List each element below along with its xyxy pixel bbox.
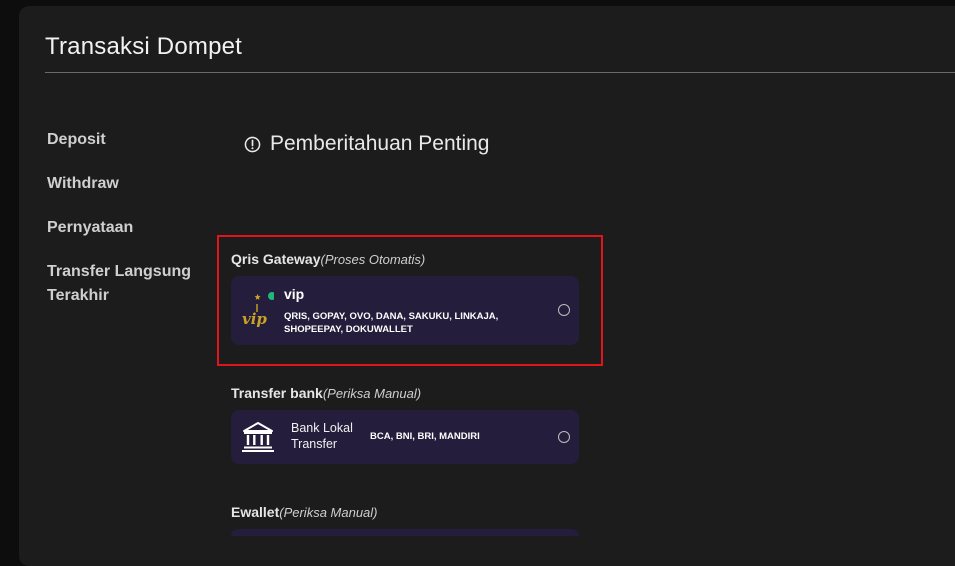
- sidebar-item-withdraw[interactable]: Withdraw: [47, 172, 217, 196]
- section-label-bank: Transfer bank(Periksa Manual): [231, 385, 421, 401]
- payment-option-ewallet[interactable]: [231, 529, 579, 536]
- sidebar-item-last-direct-transfer[interactable]: Transfer Langsung Terakhir: [47, 260, 217, 308]
- payment-option-bank-transfer[interactable]: Bank Lokal Transfer BCA, BNI, BRI, MANDI…: [231, 410, 579, 464]
- option-banks: BCA, BNI, BRI, MANDIRI: [370, 431, 480, 442]
- section-label-ewallet: Ewallet(Periksa Manual): [231, 504, 378, 520]
- section-subtitle: (Periksa Manual): [279, 505, 378, 520]
- option-name: Bank Lokal Transfer: [291, 421, 353, 451]
- page-title: Transaksi Dompet: [45, 33, 243, 60]
- section-title: Transfer bank: [231, 385, 323, 401]
- important-notice[interactable]: Pemberitahuan Penting: [244, 132, 490, 156]
- notice-title: Pemberitahuan Penting: [270, 132, 490, 155]
- selection-highlight: [217, 235, 603, 366]
- sidebar-item-deposit[interactable]: Deposit: [47, 128, 217, 152]
- bank-icon: [242, 422, 274, 452]
- sidebar-nav: Deposit Withdraw Pernyataan Transfer Lan…: [47, 128, 217, 328]
- section-subtitle: (Periksa Manual): [322, 386, 422, 401]
- title-divider: [45, 72, 955, 73]
- sidebar-item-statement[interactable]: Pernyataan: [47, 216, 217, 240]
- alert-circle-icon: [244, 136, 261, 152]
- radio-bank-transfer[interactable]: [558, 431, 570, 443]
- section-title: Ewallet: [231, 504, 280, 520]
